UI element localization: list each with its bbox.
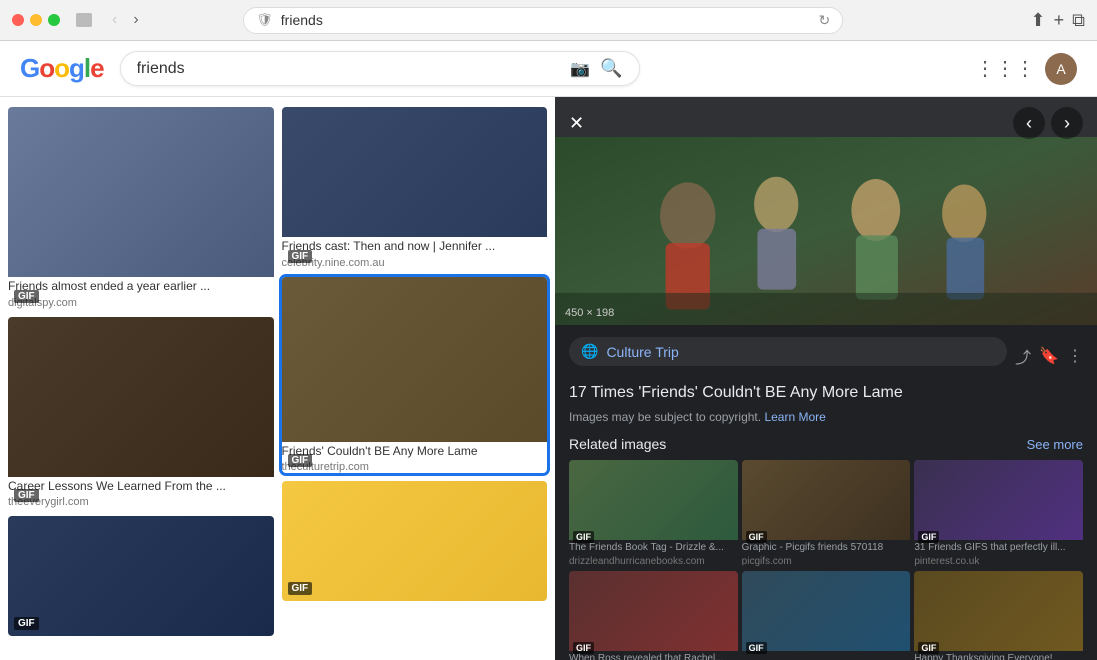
detail-main-image: 450 × 198 bbox=[555, 137, 1097, 325]
prev-image-button[interactable]: ‹ bbox=[1013, 107, 1045, 139]
new-tab-button[interactable]: + bbox=[1054, 10, 1065, 31]
search-bar[interactable]: 📷 🔍 bbox=[120, 51, 640, 86]
list-item[interactable]: GIF Friends cast: Then and now | Jennife… bbox=[282, 107, 548, 269]
image-col-1: GIF Friends almost ended a year earlier … bbox=[8, 107, 274, 650]
address-text: friends bbox=[281, 12, 811, 28]
list-item[interactable]: GIF Friends' Couldn't BE Any More Lame t… bbox=[282, 277, 548, 474]
gif-badge: GIF bbox=[14, 489, 39, 502]
sidebar-toggle-button[interactable] bbox=[76, 13, 92, 27]
related-header: Related images See more bbox=[569, 436, 1083, 452]
window-button[interactable]: ⧉ bbox=[1072, 10, 1085, 31]
gif-badge: GIF bbox=[746, 531, 767, 543]
reload-button[interactable]: ↻ bbox=[819, 12, 831, 29]
detail-header: ✕ ‹ › bbox=[555, 97, 1097, 149]
logo-o1: o bbox=[39, 53, 54, 83]
list-item[interactable]: GIF Friends almost ended a year earlier … bbox=[8, 107, 274, 309]
detail-title: 17 Times 'Friends' Couldn't BE Any More … bbox=[569, 382, 1083, 404]
image-grid: GIF Friends almost ended a year earlier … bbox=[0, 97, 555, 660]
logo-e: e bbox=[90, 53, 103, 83]
image-dimensions: 450 × 198 bbox=[565, 307, 614, 319]
avatar[interactable]: A bbox=[1045, 53, 1077, 85]
title-bar: ‹ › 🛡 friends ↻ ⬆ + ⧉ bbox=[0, 0, 1097, 40]
gif-badge: GIF bbox=[288, 250, 313, 263]
list-item[interactable]: GIF Career Lessons We Learned From the .… bbox=[8, 317, 274, 509]
maximize-window-button[interactable] bbox=[48, 14, 60, 26]
gif-badge: GIF bbox=[573, 531, 594, 543]
list-item[interactable]: GIF bbox=[282, 481, 548, 601]
nav-buttons: ‹ › bbox=[106, 9, 145, 31]
search-input[interactable] bbox=[137, 60, 561, 78]
related-item[interactable]: GIF The Friends Book Tag - Drizzle &... … bbox=[569, 460, 738, 567]
image-caption: Friends almost ended a year earlier ... bbox=[8, 277, 274, 297]
minimize-window-button[interactable] bbox=[30, 14, 42, 26]
gif-badge: GIF bbox=[14, 290, 39, 303]
detail-panel: ✕ ‹ › bbox=[555, 97, 1097, 660]
forward-button[interactable]: › bbox=[127, 9, 144, 31]
next-image-button[interactable]: › bbox=[1051, 107, 1083, 139]
gif-badge: GIF bbox=[288, 582, 313, 595]
related-item[interactable]: GIF 31 Friends GIFS that perfectly ill..… bbox=[914, 460, 1083, 567]
related-caption bbox=[742, 651, 911, 655]
gif-badge: GIF bbox=[918, 642, 939, 654]
image-source: theeverygirl.com bbox=[8, 496, 274, 508]
shield-icon: 🛡 bbox=[256, 12, 273, 28]
image-col-2: GIF Friends cast: Then and now | Jennife… bbox=[282, 107, 548, 650]
related-item[interactable]: GIF Happy Thanksgiving Everyone! bbox=[914, 571, 1083, 660]
gif-badge: GIF bbox=[746, 642, 767, 654]
header-right: ⋮⋮⋮ A bbox=[975, 53, 1077, 85]
source-row[interactable]: 🌐 Culture Trip bbox=[569, 337, 1007, 366]
related-caption: The Friends Book Tag - Drizzle &... bbox=[569, 540, 738, 556]
apps-icon[interactable]: ⋮⋮⋮ bbox=[975, 56, 1035, 81]
back-button[interactable]: ‹ bbox=[106, 9, 123, 31]
list-item[interactable]: GIF bbox=[8, 516, 274, 636]
gif-badge: GIF bbox=[573, 642, 594, 654]
browser-chrome: ‹ › 🛡 friends ↻ ⬆ + ⧉ bbox=[0, 0, 1097, 41]
related-item[interactable]: GIF Graphic - Picgifs friends 570118 pic… bbox=[742, 460, 911, 567]
image-caption: Friends cast: Then and now | Jennifer ..… bbox=[282, 237, 548, 257]
image-source: celebrity.nine.com.au bbox=[282, 257, 548, 269]
google-logo[interactable]: Google bbox=[20, 53, 104, 84]
related-caption: Graphic - Picgifs friends 570118 bbox=[742, 540, 911, 556]
gif-badge: GIF bbox=[14, 617, 39, 630]
detail-nav: ‹ › bbox=[1013, 107, 1083, 139]
copyright-text: Images may be subject to copyright. bbox=[569, 410, 761, 424]
bookmark-button[interactable]: 🔖 bbox=[1039, 344, 1059, 368]
close-window-button[interactable] bbox=[12, 14, 24, 26]
share-result-button[interactable]: ⤴ bbox=[1015, 344, 1031, 368]
related-item[interactable]: GIF When Ross revealed that Rachel... pi… bbox=[569, 571, 738, 660]
more-options-button[interactable]: ⋮ bbox=[1067, 344, 1083, 368]
google-header: Google 📷 🔍 ⋮⋮⋮ A bbox=[0, 41, 1097, 97]
gif-badge: GIF bbox=[918, 531, 939, 543]
source-globe-icon: 🌐 bbox=[581, 343, 598, 360]
logo-g2: g bbox=[69, 53, 84, 83]
related-source: picgifs.com bbox=[742, 556, 911, 567]
share-button[interactable]: ⬆ bbox=[1031, 10, 1046, 31]
see-more-link[interactable]: See more bbox=[1027, 437, 1083, 452]
image-caption: Career Lessons We Learned From the ... bbox=[8, 477, 274, 497]
address-bar[interactable]: 🛡 friends ↻ bbox=[243, 7, 843, 34]
related-images-title: Related images bbox=[569, 436, 666, 452]
related-source: drizzleandhurricanebooks.com bbox=[569, 556, 738, 567]
traffic-lights bbox=[12, 14, 60, 26]
detail-info: 🌐 Culture Trip ⤴ 🔖 ⋮ 17 Times 'Friends' … bbox=[555, 325, 1097, 660]
learn-more-link[interactable]: Learn More bbox=[764, 410, 825, 424]
search-button-icon[interactable]: 🔍 bbox=[600, 58, 622, 79]
main-content: GIF Friends almost ended a year earlier … bbox=[0, 97, 1097, 660]
gif-badge: GIF bbox=[288, 454, 313, 467]
detail-actions: ⤴ 🔖 ⋮ bbox=[1015, 344, 1083, 368]
related-source: pinterest.co.uk bbox=[914, 556, 1083, 567]
camera-search-icon[interactable]: 📷 bbox=[570, 59, 590, 79]
image-caption: Friends' Couldn't BE Any More Lame bbox=[282, 442, 548, 462]
browser-actions: ⬆ + ⧉ bbox=[1031, 10, 1085, 31]
logo-o2: o bbox=[54, 53, 69, 83]
related-caption: 31 Friends GIFS that perfectly ill... bbox=[914, 540, 1083, 556]
image-source: digitalspy.com bbox=[8, 297, 274, 309]
image-source: theculturetrip.com bbox=[282, 461, 548, 473]
related-item[interactable]: GIF bbox=[742, 571, 911, 660]
close-button[interactable]: ✕ bbox=[569, 113, 584, 134]
detail-copyright: Images may be subject to copyright. Lear… bbox=[569, 410, 1083, 424]
logo-g: G bbox=[20, 53, 39, 83]
related-images-grid: GIF The Friends Book Tag - Drizzle &... … bbox=[569, 460, 1083, 660]
source-name: Culture Trip bbox=[606, 344, 678, 360]
